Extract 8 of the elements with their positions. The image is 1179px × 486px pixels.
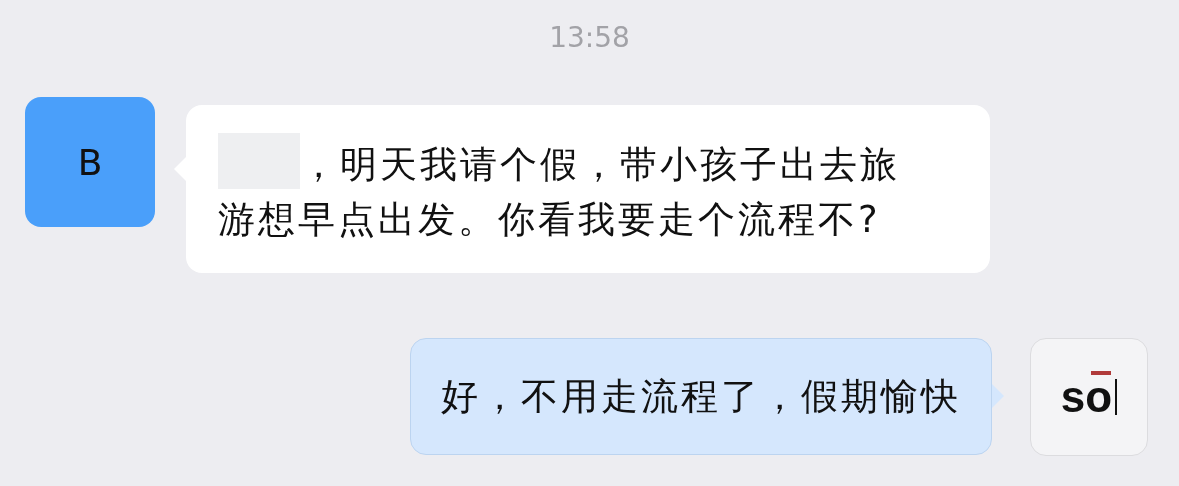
macron-mark — [1091, 371, 1112, 375]
bubble-tail — [992, 384, 1004, 408]
avatar[interactable]: so — [1030, 338, 1148, 456]
timestamp: 13:58 — [549, 20, 630, 56]
bar-mark — [1115, 379, 1118, 415]
message-bubble: 好，不用走流程了，假期愉快 — [410, 338, 992, 455]
avatar[interactable]: B — [25, 97, 155, 227]
message-bubble: ，明天我请个假，带小孩子出去旅游想早点出发。你看我要走个流程不? — [186, 105, 990, 273]
